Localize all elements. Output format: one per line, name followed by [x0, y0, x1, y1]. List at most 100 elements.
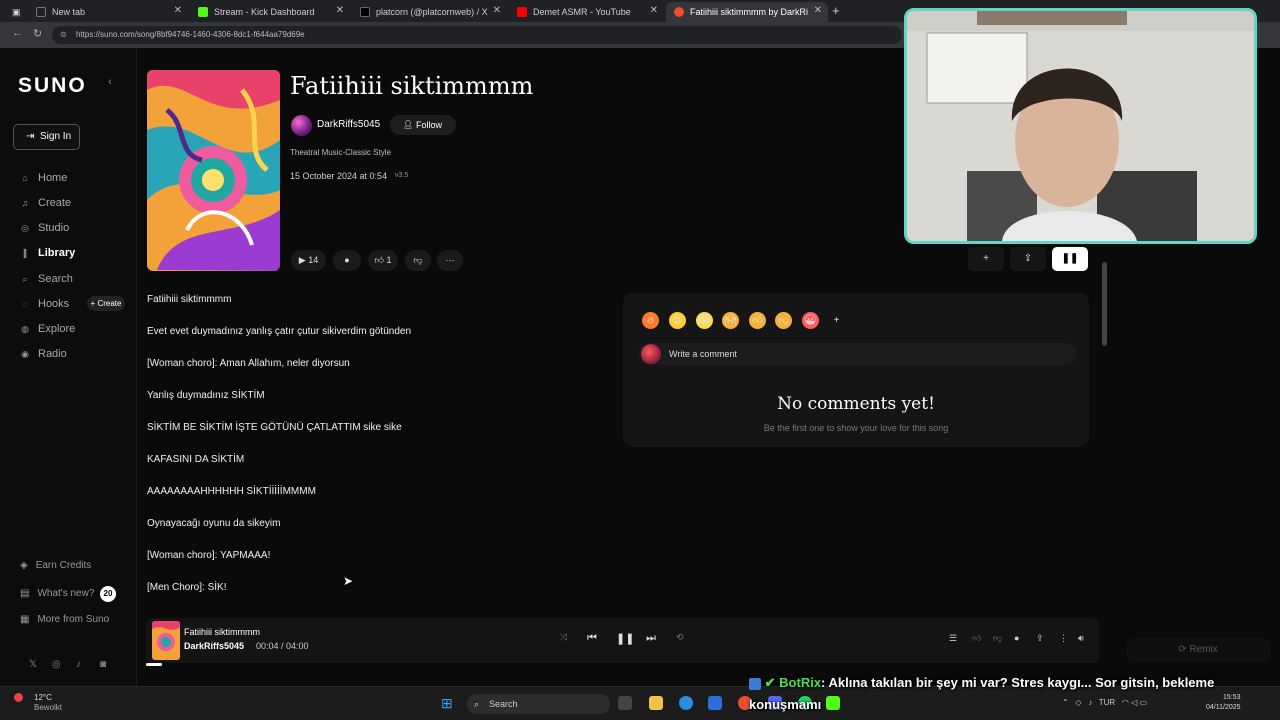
player-song-title[interactable]: Fatiihiii siktimmmm [184, 627, 260, 637]
sidebar-item-explore[interactable]: ◍ Explore [20, 323, 75, 335]
cover-art[interactable] [147, 70, 280, 271]
more-options-button[interactable]: ··· [437, 250, 463, 271]
chat-message: : Aklına takılan bir şey mi var? Stres k… [821, 675, 1215, 690]
volume-icon[interactable]: 🔊︎ [1078, 633, 1084, 644]
heart-eyes-emoji-icon[interactable]: 😍︎ [669, 312, 686, 329]
task-view-icon[interactable] [618, 696, 632, 710]
fire-emoji-icon[interactable]: 🔥︎ [642, 312, 659, 329]
sidebar-item-home[interactable]: ⌂ Home [20, 172, 67, 184]
sidebar-item-search[interactable]: ⌕ Search [20, 273, 72, 285]
follow-button[interactable]: 👤︎ Follow [390, 115, 456, 135]
tab-x[interactable]: platcorn (@platcornweb) / X ✕ [352, 2, 507, 22]
edge-icon[interactable] [679, 696, 693, 710]
pause-icon[interactable]: ❚❚ [616, 632, 634, 645]
comment-input[interactable]: Write a comment [638, 343, 1077, 365]
sidebar-item-radio[interactable]: ◉ Radio [20, 348, 67, 360]
collapse-sidebar-icon[interactable]: ‹ [108, 76, 112, 88]
tab-kick-dashboard[interactable]: Stream - Kick Dashboard ✕ [190, 2, 350, 22]
close-icon[interactable]: ✕ [650, 2, 658, 20]
close-icon[interactable]: ✕ [814, 2, 822, 20]
tiktok-icon[interactable]: ♪ [76, 659, 81, 670]
playback-progress[interactable] [146, 663, 162, 666]
address-bar[interactable]: ⊜ https://suno.com/song/8bf94746-1460-43… [52, 26, 902, 44]
comment-button[interactable]: ● [333, 250, 361, 271]
angry-emoji-icon[interactable]: 🤬︎ [802, 312, 819, 329]
new-tab-plus-icon[interactable]: + [832, 3, 840, 18]
close-icon[interactable]: ✕ [174, 2, 182, 20]
user-avatar [641, 344, 661, 364]
weather-widget[interactable]: 12°C Bewolkt [14, 693, 62, 713]
windows-start-icon[interactable]: ⊞ [441, 695, 453, 712]
thumbs-down-emoji-icon[interactable]: 👎︎ [775, 312, 792, 329]
add-reaction-icon[interactable]: + [828, 312, 845, 329]
share-icon[interactable]: ⇪ [1036, 633, 1044, 644]
artist-avatar[interactable] [291, 115, 312, 136]
tab-suno-song[interactable]: Fatiihiii siktimmmm by DarkRi ✕ [666, 2, 828, 22]
repeat-icon[interactable]: ⟲ [676, 632, 684, 643]
kick-icon [198, 7, 208, 17]
remix-button[interactable]: ⟳ Remix [1126, 638, 1270, 662]
clock[interactable]: 15:53 04/11/2025 [1206, 693, 1241, 713]
song-style-tags[interactable]: Theatral Music-Classic Style [290, 148, 391, 157]
sidebar-item-hooks[interactable]: ◌ Hooks [20, 298, 69, 310]
more-from-suno-link[interactable]: ▦ More from Suno [20, 614, 109, 625]
store-icon[interactable] [708, 696, 722, 710]
like-button[interactable]: 👍︎ 1 [368, 250, 398, 271]
play-count-button[interactable]: ▶ 14 [291, 250, 326, 271]
taskbar-search[interactable]: ⌕ Search [467, 694, 610, 714]
system-tray[interactable]: ⌃ ◇ ♪ TUR ◠ ◁ ▭ [1062, 698, 1147, 707]
earn-credits-link[interactable]: ◈ Earn Credits [20, 560, 91, 571]
thumbs-up-emoji-icon[interactable]: 👍︎ [749, 312, 766, 329]
share-button[interactable]: ⇪ [1010, 247, 1046, 271]
site-info-icon[interactable]: ⊜ [60, 26, 67, 44]
sidebar-item-studio[interactable]: ◎ Studio [20, 222, 69, 234]
next-icon[interactable]: ⏭︎ [646, 632, 656, 645]
shuffle-icon[interactable]: ⤨ [560, 632, 567, 643]
hooks-create-button[interactable]: + Create [87, 296, 125, 311]
language-indicator: TUR [1098, 698, 1116, 707]
queue-icon[interactable]: ☰ [949, 633, 957, 644]
library-icon: ∥ [22, 247, 28, 258]
thumbs-up-icon[interactable]: 👍︎ [972, 633, 981, 644]
close-icon[interactable]: ✕ [336, 2, 344, 20]
nav-label: Home [38, 172, 68, 184]
nav-label: Radio [38, 348, 67, 360]
radio-icon: ◉ [21, 348, 29, 359]
remix-label: Remix [1189, 644, 1218, 655]
song-date: 15 October 2024 at 0:54 [290, 171, 388, 181]
comment-icon[interactable]: ● [1014, 633, 1019, 643]
sign-in-button[interactable]: ⇥ Sign In [13, 124, 80, 150]
pause-button[interactable]: ❚❚ [1052, 247, 1088, 271]
weather-icon [14, 693, 23, 702]
add-to-playlist-button[interactable]: + [968, 247, 1004, 271]
close-icon[interactable]: ✕ [493, 2, 501, 20]
more-from-suno-label: More from Suno [37, 614, 110, 625]
dislike-button[interactable]: 👎︎ [405, 250, 431, 271]
file-explorer-icon[interactable] [649, 696, 663, 710]
sidebar-item-library[interactable]: ∥ Library [20, 247, 76, 259]
sidebar-item-create[interactable]: ♫ Create [20, 197, 71, 209]
shocked-emoji-icon[interactable]: 😱︎ [696, 312, 713, 329]
back-icon[interactable]: ← [12, 27, 23, 39]
comment-icon: ● [344, 255, 350, 265]
more-vertical-icon[interactable]: ⋮ [1059, 633, 1068, 644]
player-thumbnail[interactable] [152, 621, 180, 660]
whats-new-link[interactable]: ▤ What's new? [20, 588, 94, 599]
tab-new-tab[interactable]: New tab ✕ [28, 2, 188, 22]
reload-icon[interactable]: ↻ [33, 27, 42, 40]
nav-label: Studio [38, 222, 70, 234]
tab-youtube[interactable]: Demet ASMR - YouTube ✕ [509, 2, 664, 22]
artist-name[interactable]: DarkRiffs5045 [317, 119, 380, 130]
instagram-icon[interactable]: ◎ [52, 659, 61, 670]
tab-actions-icon[interactable]: ▣ [4, 2, 22, 22]
previous-icon[interactable]: ⏮︎ [587, 632, 597, 645]
thumbs-down-icon[interactable]: 👎︎ [993, 633, 1002, 644]
discord-icon[interactable]: ◙ [100, 659, 106, 670]
obs-icon[interactable] [826, 696, 840, 710]
x-social-icon[interactable]: 𝕏 [29, 659, 37, 670]
raised-hands-emoji-icon[interactable]: 🙌︎ [722, 312, 739, 329]
model-version: v3.5 [395, 172, 409, 179]
player-artist[interactable]: DarkRiffs5045 [184, 641, 244, 651]
page-scrollbar[interactable] [1102, 262, 1107, 346]
suno-logo[interactable]: SUNO [18, 74, 87, 98]
